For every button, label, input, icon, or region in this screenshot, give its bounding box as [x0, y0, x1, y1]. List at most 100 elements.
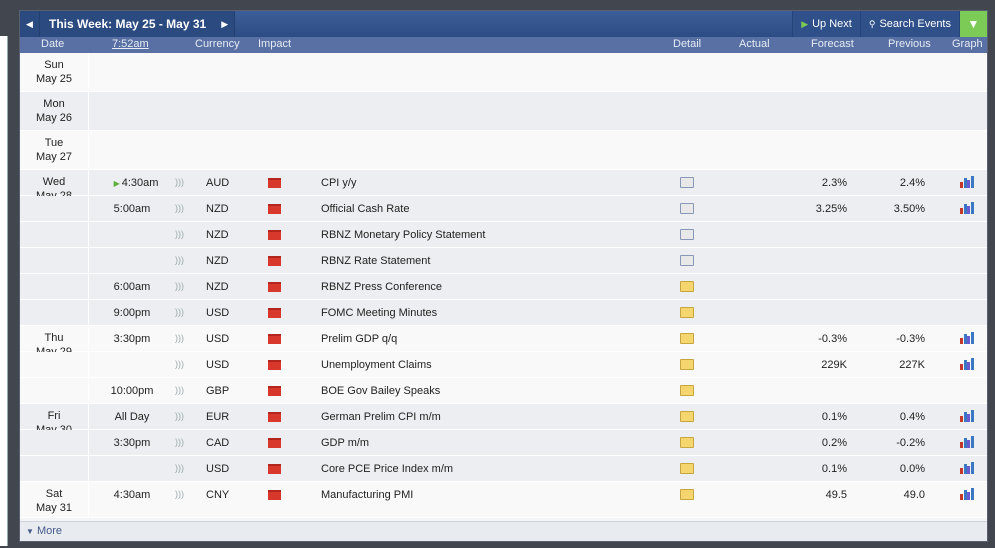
- graph-icon[interactable]: [960, 436, 974, 448]
- table-row[interactable]: ))) USD Core PCE Price Index m/m 0.1% 0.0%: [20, 456, 987, 482]
- detail-folder-icon[interactable]: [680, 411, 694, 422]
- event-title[interactable]: RBNZ Rate Statement: [321, 255, 430, 267]
- event-title[interactable]: Core PCE Price Index m/m: [321, 463, 453, 475]
- graph-icon[interactable]: [960, 488, 974, 500]
- prev-week-button[interactable]: ◀: [20, 11, 40, 37]
- table-row[interactable]: FriMay 30All Day)))EURGerman Prelim CPI …: [20, 404, 987, 436]
- detail-folder-icon[interactable]: [680, 229, 694, 240]
- detail-folder-icon[interactable]: [680, 255, 694, 266]
- column-divider: [88, 378, 89, 403]
- detail-folder-icon[interactable]: [680, 359, 694, 370]
- chevron-down-icon: ▼: [26, 527, 34, 536]
- table-row[interactable]: ))) USD Unemployment Claims 229K 227K: [20, 352, 987, 378]
- detail-folder-icon[interactable]: [680, 489, 694, 500]
- detail-folder-icon[interactable]: [680, 177, 694, 188]
- event-title[interactable]: German Prelim CPI m/m: [321, 411, 441, 423]
- event-currency: NZD: [206, 281, 229, 293]
- sound-alert-icon[interactable]: ))): [175, 437, 184, 447]
- search-icon: ⚲: [868, 18, 876, 29]
- high-impact-icon: [268, 178, 281, 188]
- table-row[interactable]: 5:00am))) NZD Official Cash Rate 3.25% 3.50%: [20, 196, 987, 222]
- event-title[interactable]: FOMC Meeting Minutes: [321, 307, 437, 319]
- event-previous: 0.0%: [899, 463, 925, 475]
- next-week-button[interactable]: ▶: [215, 11, 236, 37]
- event-title[interactable]: Manufacturing PMI: [321, 489, 413, 501]
- detail-folder-icon[interactable]: [680, 437, 694, 448]
- table-row[interactable]: WedMay 28▶4:30am)))AUDCPI y/y2.3%2.4%: [20, 170, 987, 202]
- column-divider: [88, 352, 89, 377]
- sound-alert-icon[interactable]: ))): [175, 463, 184, 473]
- event-title[interactable]: CPI y/y: [321, 177, 356, 189]
- table-row[interactable]: 3:30pm))) CAD GDP m/m 0.2% -0.2%: [20, 430, 987, 456]
- table-row[interactable]: 10:00pm))) GBP BOE Gov Bailey Speaks: [20, 378, 987, 404]
- event-title[interactable]: Unemployment Claims: [321, 359, 432, 371]
- col-date: Date: [41, 38, 65, 50]
- event-previous: 49.0: [903, 489, 925, 501]
- event-forecast: 49.5: [825, 489, 847, 501]
- col-time[interactable]: 7:52am: [112, 38, 149, 50]
- detail-folder-icon[interactable]: [680, 385, 694, 396]
- sound-alert-icon[interactable]: ))): [175, 177, 184, 187]
- event-time: All Day: [114, 411, 150, 423]
- event-title[interactable]: Official Cash Rate: [321, 203, 409, 215]
- sound-alert-icon[interactable]: ))): [175, 333, 184, 343]
- filter-icon: ▼: [967, 17, 980, 31]
- detail-folder-icon[interactable]: [680, 307, 694, 318]
- event-currency: GBP: [206, 385, 230, 397]
- column-divider: [88, 222, 89, 247]
- table-row[interactable]: ))) NZD RBNZ Rate Statement: [20, 248, 987, 274]
- event-title[interactable]: Prelim GDP q/q: [321, 333, 397, 345]
- sound-alert-icon[interactable]: ))): [175, 385, 184, 395]
- column-divider: [88, 92, 89, 130]
- sound-alert-icon[interactable]: ))): [175, 411, 184, 421]
- date-cell: Tue May 27: [20, 131, 88, 164]
- event-title[interactable]: RBNZ Press Conference: [321, 281, 442, 293]
- search-events-button[interactable]: ⚲ Search Events: [859, 11, 959, 37]
- event-title[interactable]: BOE Gov Bailey Speaks: [321, 385, 440, 397]
- table-row[interactable]: 9:00pm))) USD FOMC Meeting Minutes: [20, 300, 987, 326]
- day-group: Sun May 25: [20, 53, 987, 92]
- table-row[interactable]: Sat May 31 4:30am))) CNY Manufacturing PMI 49…: [20, 482, 987, 518]
- day-date: May 25: [35, 73, 73, 85]
- event-title[interactable]: RBNZ Monetary Policy Statement: [321, 229, 485, 241]
- sound-alert-icon[interactable]: ))): [175, 307, 184, 317]
- event-forecast: 0.2%: [821, 437, 847, 449]
- event-currency: NZD: [206, 255, 229, 267]
- event-forecast: 0.1%: [821, 411, 847, 423]
- graph-icon[interactable]: [960, 176, 974, 188]
- table-row[interactable]: 6:00am))) NZD RBNZ Press Conference: [20, 274, 987, 300]
- graph-icon[interactable]: [960, 358, 974, 370]
- high-impact-icon: [268, 204, 281, 214]
- table-row[interactable]: ThuMay 293:30pm)))USDPrelim GDP q/q-0.3%…: [20, 326, 987, 358]
- sound-alert-icon[interactable]: ))): [175, 203, 184, 213]
- graph-icon[interactable]: [960, 202, 974, 214]
- sound-alert-icon[interactable]: ))): [175, 489, 184, 499]
- day-name: Thu: [44, 332, 64, 344]
- sound-alert-icon[interactable]: ))): [175, 229, 184, 239]
- day-date: May 31: [35, 502, 73, 514]
- column-divider: [88, 170, 89, 195]
- table-row[interactable]: ))) NZD RBNZ Monetary Policy Statement: [20, 222, 987, 248]
- event-title[interactable]: GDP m/m: [321, 437, 369, 449]
- more-link[interactable]: ▼ More: [20, 521, 987, 541]
- filter-button[interactable]: ▼: [959, 11, 987, 37]
- day-group: ThuMay 293:30pm)))USDPrelim GDP q/q-0.3%…: [20, 326, 987, 404]
- sound-alert-icon[interactable]: ))): [175, 255, 184, 265]
- high-impact-icon: [268, 256, 281, 266]
- graph-icon[interactable]: [960, 410, 974, 422]
- detail-folder-icon[interactable]: [680, 463, 694, 474]
- graph-icon[interactable]: [960, 332, 974, 344]
- table-row: Mon May 26: [20, 92, 987, 131]
- high-impact-icon: [268, 438, 281, 448]
- day-name: Wed: [42, 176, 66, 188]
- calendar-rows: SunMay 25MonMay 26TueMay 27 WedMay 28▶4:3…: [20, 53, 987, 518]
- detail-folder-icon[interactable]: [680, 333, 694, 344]
- up-next-button[interactable]: ▶ Up Next: [792, 11, 860, 37]
- detail-folder-icon[interactable]: [680, 281, 694, 292]
- event-time-text: 4:30am: [121, 177, 159, 189]
- graph-icon[interactable]: [960, 462, 974, 474]
- detail-folder-icon[interactable]: [680, 203, 694, 214]
- high-impact-icon: [268, 230, 281, 240]
- sound-alert-icon[interactable]: ))): [175, 281, 184, 291]
- sound-alert-icon[interactable]: ))): [175, 359, 184, 369]
